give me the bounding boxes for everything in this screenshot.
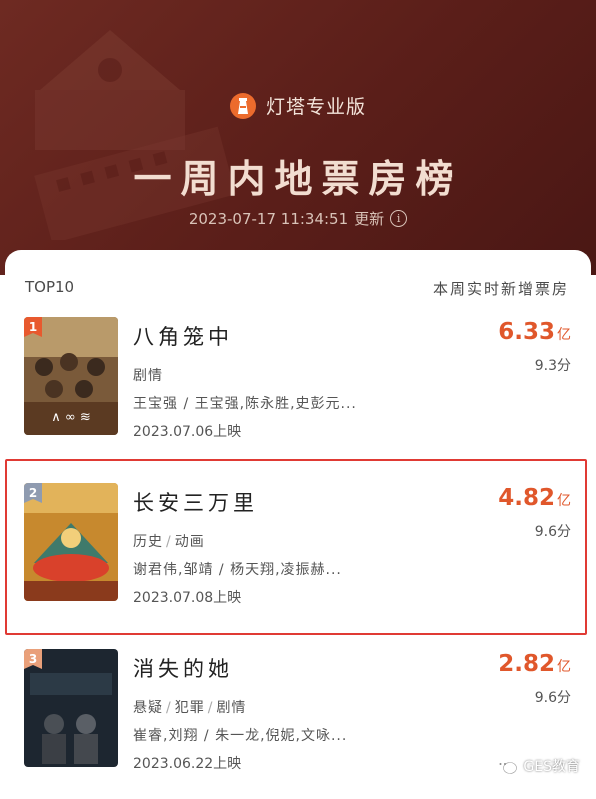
list-header-right: 本周实时新增票房 — [432, 280, 569, 298]
svg-text:∧ ∞ ≋: ∧ ∞ ≋ — [51, 410, 91, 425]
list-header: TOP10 本周实时新增票房 — [25, 278, 569, 299]
update-info: 2023-07-17 11:34:51 更新 i — [0, 208, 596, 229]
movie-item[interactable]: 3 消失的她 悬疑 / 犯罪 / 剧情 崔睿,刘翔 / 朱一龙,倪妮,文咏... 202… — [5, 649, 591, 799]
page-title: 一周内地票房榜 — [133, 157, 463, 201]
release-date: 2023.06.22上映 — [133, 756, 242, 772]
movie-title: 八角笼中 — [133, 325, 233, 349]
brand-name: 灯塔专业版 — [265, 96, 366, 118]
genre-tag: 犯罪 — [174, 700, 205, 716]
movie-poster[interactable]: 3 — [24, 649, 118, 767]
box-office: 6.33 亿 — [498, 319, 571, 345]
box-office-value: 6.33 — [498, 319, 555, 345]
movie-cast: 崔睿,刘翔 / 朱一龙,倪妮,文咏... — [133, 728, 348, 744]
movie-cast: 王宝强 / 王宝强,陈永胜,史彭元... — [133, 396, 357, 412]
brand: 灯塔专业版 — [0, 92, 596, 119]
highlight-frame — [5, 459, 587, 635]
release-date: 2023.07.06上映 — [133, 424, 242, 440]
watermark-text: GES教育 — [523, 759, 580, 775]
list-header-left: TOP10 — [25, 278, 75, 296]
movie-title: 消失的她 — [133, 657, 233, 681]
box-office-unit: 亿 — [557, 659, 571, 675]
genre-tag: 剧情 — [216, 700, 247, 716]
wechat-icon — [495, 758, 518, 774]
box-office-unit: 亿 — [557, 327, 571, 343]
box-office: 2.82 亿 — [498, 651, 571, 677]
movie-score: 9.3分 — [534, 358, 571, 374]
movie-poster[interactable]: ∧ ∞ ≋ 1 — [24, 317, 118, 435]
box-office-value: 2.82 — [498, 651, 555, 677]
movie-item[interactable]: ∧ ∞ ≋ 1 八角笼中 剧情 王宝强 / 王宝强,陈永胜,史彭元... 202… — [5, 317, 591, 467]
building-silhouette-icon — [34, 30, 236, 240]
movie-genres: 悬疑 / 犯罪 / 剧情 — [133, 700, 247, 716]
lighthouse-icon — [229, 92, 256, 119]
movie-genres: 剧情 — [133, 365, 163, 385]
watermark: GES教育 — [495, 756, 580, 776]
genre-tag: 剧情 — [133, 368, 163, 384]
update-suffix: 更新 — [354, 210, 385, 228]
update-timestamp: 2023-07-17 11:34:51 — [188, 209, 349, 228]
movie-score: 9.6分 — [534, 690, 571, 706]
info-icon[interactable]: i — [390, 210, 408, 227]
genre-tag: 悬疑 — [133, 700, 163, 716]
header-banner: 灯塔专业版 一周内地票房榜 2023-07-17 11:34:51 更新 i — [0, 0, 596, 275]
